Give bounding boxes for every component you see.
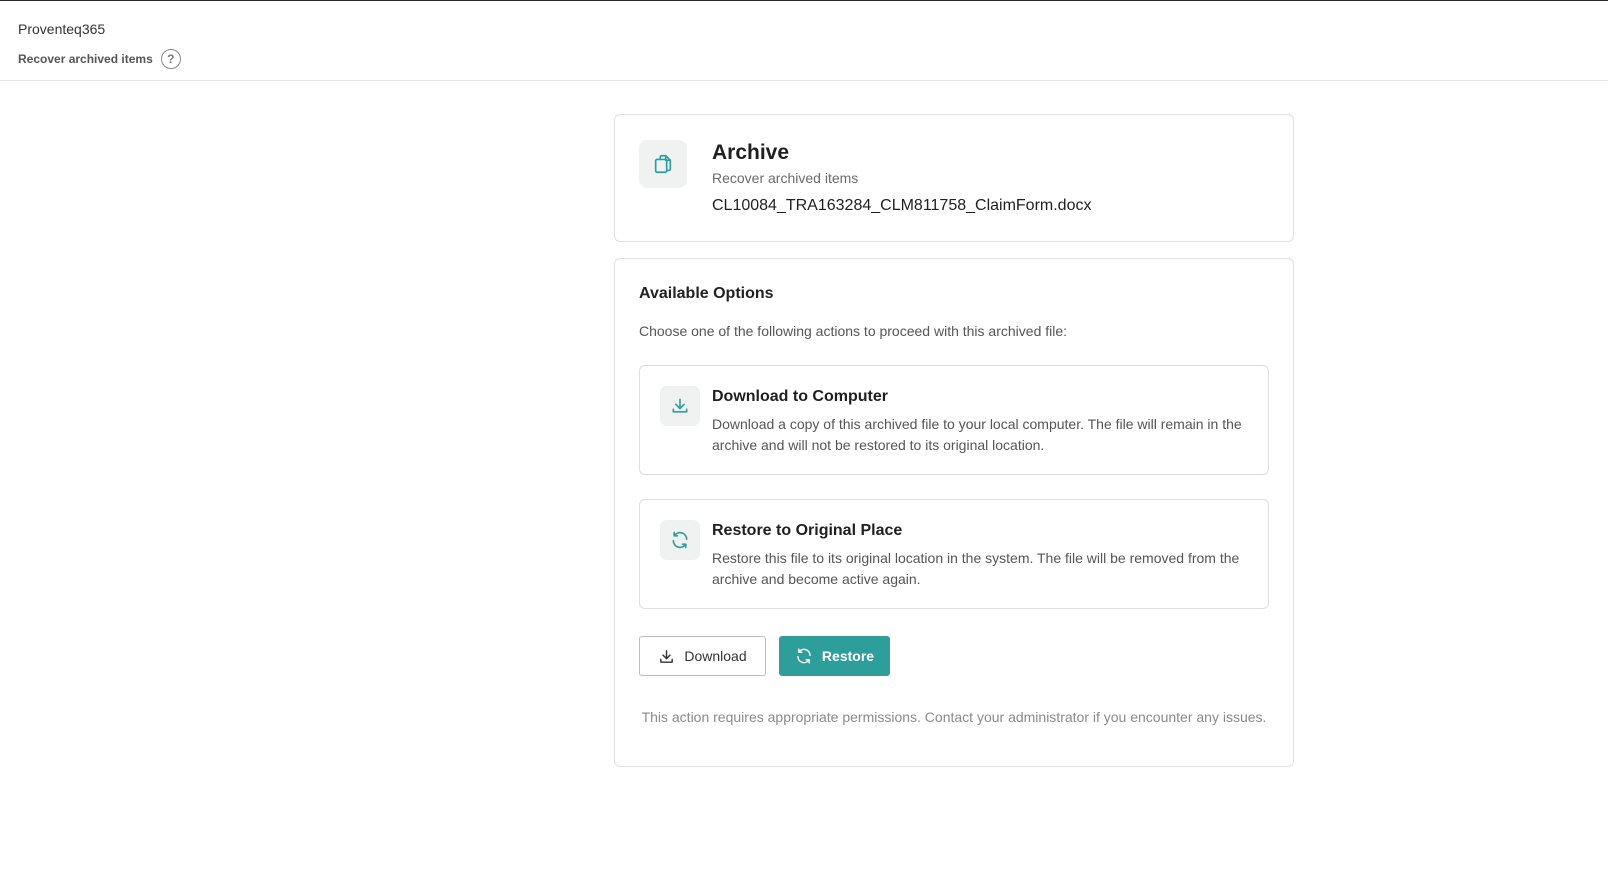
help-icon[interactable]: ? — [160, 49, 181, 69]
download-icon — [660, 386, 700, 426]
copy-files-icon — [639, 140, 687, 188]
app-header: Proventeq365 Recover archived items ? — [0, 1, 1608, 81]
option-title: Download to Computer — [712, 388, 888, 405]
option-description: Restore this file to its original locati… — [712, 550, 1240, 587]
archive-card: Archive Recover archived items CL10084_T… — [614, 114, 1294, 242]
download-button[interactable]: Download — [639, 636, 766, 676]
app-name: Proventeq365 — [18, 21, 106, 37]
download-icon — [660, 649, 674, 663]
refresh-icon — [660, 520, 700, 560]
download-button-label: Download — [684, 648, 747, 664]
archive-title: Archive — [712, 141, 790, 164]
page-subtitle-row: Recover archived items ? — [18, 49, 181, 69]
permissions-note: This action requires appropriate permiss… — [641, 709, 1267, 725]
option-download-to-computer[interactable]: Download to Computer Download a copy of … — [639, 365, 1269, 475]
refresh-icon — [797, 648, 811, 664]
page-subtitle: Recover archived items — [18, 52, 153, 66]
options-description: Choose one of the following actions to p… — [639, 323, 1068, 339]
options-card: Available Options Choose one of the foll… — [614, 258, 1294, 767]
restore-button[interactable]: Restore — [779, 636, 890, 676]
option-description: Download a copy of this archived file to… — [712, 416, 1242, 453]
option-title: Restore to Original Place — [712, 522, 903, 539]
restore-button-label: Restore — [821, 648, 875, 664]
archive-subtitle: Recover archived items — [712, 170, 859, 186]
option-restore-to-original-place[interactable]: Restore to Original Place Restore this f… — [639, 499, 1269, 609]
archive-filename: CL10084_TRA163284_CLM811758_ClaimForm.do… — [712, 197, 1092, 214]
options-heading: Available Options — [639, 285, 774, 302]
